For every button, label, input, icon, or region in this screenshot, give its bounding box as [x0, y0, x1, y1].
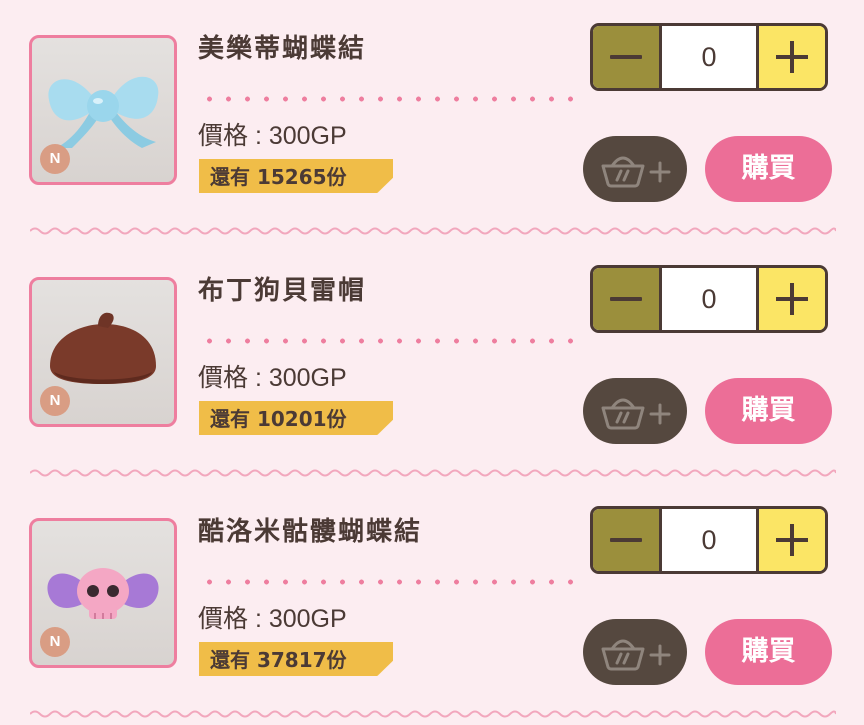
increase-button[interactable] [756, 26, 825, 88]
product-name: 酷洛米骷髏蝴蝶結 [198, 517, 423, 547]
rarity-badge: N [40, 627, 70, 657]
product-item: N 酷洛米骷髏蝴蝶結 價格 : 300GP 還有 37817份 0 購買 [0, 483, 864, 725]
dotted-divider [200, 338, 576, 344]
stock-text: 還有 15265份 [210, 165, 347, 189]
stock-tag: 還有 10201份 [199, 401, 393, 435]
basket-plus-icon [601, 398, 671, 430]
quantity-value[interactable]: 0 [662, 26, 756, 88]
minus-icon [610, 55, 642, 59]
add-to-cart-button[interactable] [583, 619, 687, 685]
basket-plus-icon [601, 639, 671, 671]
product-thumbnail[interactable]: N [29, 35, 177, 185]
product-list: N 美樂蒂蝴蝶結 價格 : 300GP 還有 15265份 0 購買 N 布丁狗… [0, 0, 864, 725]
quantity-value[interactable]: 0 [662, 509, 756, 571]
wavy-divider [30, 469, 836, 477]
dotted-divider [200, 579, 576, 585]
tag-corner [377, 420, 393, 435]
buy-button[interactable]: 購買 [705, 619, 832, 685]
product-name: 布丁狗貝雷帽 [198, 276, 367, 306]
stock-tag: 還有 37817份 [199, 642, 393, 676]
product-name: 美樂蒂蝴蝶結 [198, 34, 367, 64]
stock-text: 還有 37817份 [210, 648, 347, 672]
minus-icon [610, 538, 642, 542]
dotted-divider [200, 96, 576, 102]
product-item: N 美樂蒂蝴蝶結 價格 : 300GP 還有 15265份 0 購買 [0, 0, 864, 242]
tag-corner [377, 661, 393, 676]
increase-button[interactable] [756, 509, 825, 571]
decrease-button[interactable] [593, 509, 662, 571]
add-to-cart-button[interactable] [583, 378, 687, 444]
decrease-button[interactable] [593, 26, 662, 88]
product-price: 價格 : 300GP [198, 364, 347, 392]
tag-corner [377, 178, 393, 193]
product-item: N 布丁狗貝雷帽 價格 : 300GP 還有 10201份 0 購買 [0, 242, 864, 484]
product-price: 價格 : 300GP [198, 605, 347, 633]
product-thumbnail[interactable]: N [29, 518, 177, 668]
product-thumbnail[interactable]: N [29, 277, 177, 427]
rarity-badge: N [40, 386, 70, 416]
minus-icon [610, 297, 642, 301]
quantity-value[interactable]: 0 [662, 268, 756, 330]
basket-plus-icon [601, 156, 671, 188]
quantity-stepper: 0 [590, 23, 828, 91]
wavy-divider [30, 710, 836, 718]
increase-button[interactable] [756, 268, 825, 330]
rarity-badge: N [40, 144, 70, 174]
add-to-cart-button[interactable] [583, 136, 687, 202]
product-price: 價格 : 300GP [198, 122, 347, 150]
buy-button[interactable]: 購買 [705, 378, 832, 444]
stock-text: 還有 10201份 [210, 407, 347, 431]
quantity-stepper: 0 [590, 265, 828, 333]
buy-button[interactable]: 購買 [705, 136, 832, 202]
decrease-button[interactable] [593, 268, 662, 330]
quantity-stepper: 0 [590, 506, 828, 574]
wavy-divider [30, 227, 836, 235]
stock-tag: 還有 15265份 [199, 159, 393, 193]
